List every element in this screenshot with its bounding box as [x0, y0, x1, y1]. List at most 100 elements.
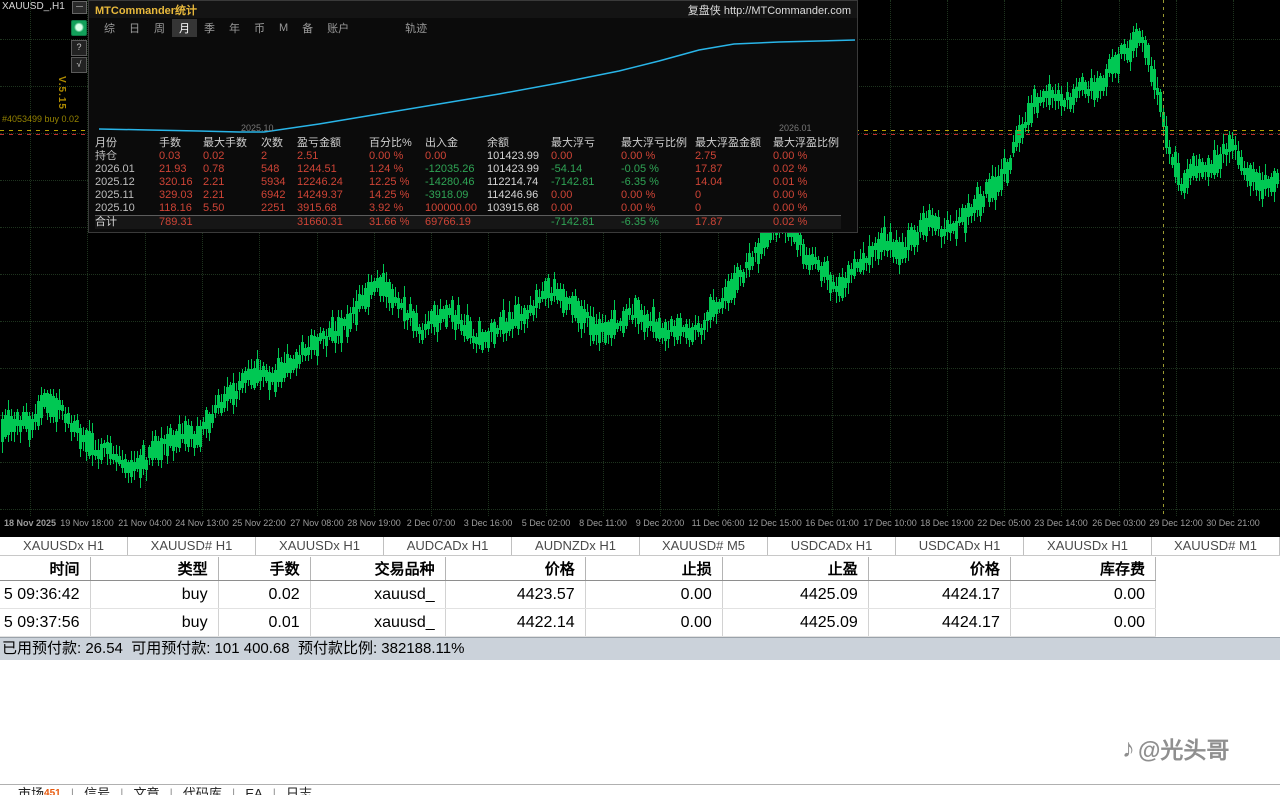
panel-menu-item[interactable]: 周 — [147, 19, 172, 37]
time-axis-label: 17 Dec 10:00 — [863, 518, 917, 528]
stats-cell: 14249.37 — [297, 189, 369, 202]
stats-cell: 0.02 % — [773, 216, 841, 230]
stats-header: 百分比% — [369, 137, 425, 150]
trade-cell: 5 09:37:56 — [0, 609, 90, 637]
stats-cell: 114246.96 — [487, 189, 551, 202]
time-axis-label: 28 Nov 19:00 — [347, 518, 401, 528]
chart-tab[interactable]: AUDNZDx H1 — [512, 537, 640, 555]
panel-menu-item[interactable]: 年 — [222, 19, 247, 37]
time-axis-label: 18 Nov 2025 — [4, 518, 56, 528]
chart-tab[interactable]: USDCADx H1 — [896, 537, 1024, 555]
panel-menu-item[interactable]: 综 — [97, 19, 122, 37]
equity-axis-label-1: 2025.10 — [241, 123, 274, 133]
panel-menu-item[interactable]: 备 — [295, 19, 320, 37]
panel-menu-item[interactable]: 轨迹 — [398, 19, 434, 37]
panel-menu-item[interactable]: 季 — [197, 19, 222, 37]
stats-cell: 17.87 — [695, 216, 773, 230]
music-note-icon: ♪ — [1122, 733, 1135, 764]
stats-row: 2025.10118.165.5022513915.683.92 %100000… — [95, 202, 841, 216]
bottom-tab[interactable]: 日志 — [276, 785, 322, 795]
trade-header: 止损 — [585, 557, 722, 581]
bottom-tab[interactable]: 信号 — [74, 785, 120, 795]
panel-menu-item[interactable]: 日 — [122, 19, 147, 37]
stats-cell: 0.03 — [159, 150, 203, 163]
trade-row[interactable]: 5 09:36:42buy0.02xauusd_4423.570.004425.… — [0, 581, 1156, 609]
stats-cell: 0.00 — [425, 150, 487, 163]
panel-menu-item[interactable]: 账户 — [320, 19, 356, 37]
stats-cell: 0.00 % — [773, 202, 841, 216]
stats-cell — [261, 216, 297, 230]
chart-tab[interactable]: XAUUSD# M1 — [1152, 537, 1280, 555]
stats-cell: -14280.46 — [425, 176, 487, 189]
chart-tabs-bar: XAUUSDx H1XAUUSD# H1XAUUSDx H1AUDCADx H1… — [0, 537, 1280, 556]
trade-header: 类型 — [90, 557, 218, 581]
period-separator-line — [1163, 0, 1164, 516]
stats-table: 月份手数最大手数次数盈亏金额百分比%出入金余额最大浮亏最大浮亏比例最大浮盈金额最… — [95, 137, 841, 229]
stats-cell: 2.75 — [695, 150, 773, 163]
stats-cell: 0.00 — [551, 202, 621, 216]
order-label: #4053499 buy 0.02 — [2, 114, 79, 124]
trade-header: 价格 — [445, 557, 585, 581]
trade-row[interactable]: 5 09:37:56buy0.01xauusd_4422.140.004425.… — [0, 609, 1156, 637]
trade-cell: 0.02 — [218, 581, 310, 609]
chart-tab[interactable]: XAUUSDx H1 — [256, 537, 384, 555]
time-axis-label: 24 Nov 13:00 — [175, 518, 229, 528]
chart-tab[interactable]: XAUUSDx H1 — [0, 537, 128, 555]
chart-tab[interactable]: XAUUSD# H1 — [128, 537, 256, 555]
chart-tab[interactable]: USDCADx H1 — [768, 537, 896, 555]
bottom-tab[interactable]: 代码库 — [173, 785, 232, 795]
stats-cell: 2.21 — [203, 189, 261, 202]
stats-cell: 2251 — [261, 202, 297, 216]
ea-indicator-icon[interactable] — [71, 20, 87, 36]
stats-cell: 31.66 % — [369, 216, 425, 230]
trade-cell: 0.00 — [1010, 581, 1155, 609]
chart-tab[interactable]: XAUUSDx H1 — [1024, 537, 1152, 555]
stats-header: 手数 — [159, 137, 203, 150]
chart-tab[interactable]: XAUUSD# M5 — [640, 537, 768, 555]
trade-cell: 0.00 — [1010, 609, 1155, 637]
panel-minimize-button[interactable]: — — [72, 1, 87, 14]
stats-cell: 100000.00 — [425, 202, 487, 216]
confirm-button[interactable]: √ — [71, 57, 87, 73]
stats-cell — [203, 216, 261, 230]
trade-cell: 4423.57 — [445, 581, 585, 609]
stats-cell: 0.00 — [551, 189, 621, 202]
trade-header: 手数 — [218, 557, 310, 581]
chart-tab[interactable]: AUDCADx H1 — [384, 537, 512, 555]
panel-menu-item[interactable]: M — [272, 21, 295, 35]
help-button[interactable]: ? — [71, 40, 87, 56]
bottom-tab-market[interactable]: 市场451 — [8, 785, 71, 795]
trade-cell: 4424.17 — [868, 581, 1010, 609]
stats-cell — [487, 216, 551, 230]
stats-cell: 2025.11 — [95, 189, 159, 202]
bottom-tab[interactable]: EA — [235, 785, 272, 795]
time-axis-label: 16 Dec 01:00 — [805, 518, 859, 528]
mt4-window: 18 Nov 202519 Nov 18:0021 Nov 04:0024 No… — [0, 0, 1280, 795]
trade-cell: 4424.17 — [868, 609, 1010, 637]
stats-cell: 0.00 — [551, 150, 621, 163]
trade-header: 价格 — [868, 557, 1010, 581]
panel-title-bar: MTCommander统计 复盘侠 http://MTCommander.com — [89, 1, 857, 18]
chart-symbol-label: XAUUSD_,H1 — [2, 1, 65, 12]
bottom-tab[interactable]: 文章 — [124, 785, 170, 795]
stats-cell: 14.04 — [695, 176, 773, 189]
time-axis-label: 8 Dec 11:00 — [579, 518, 627, 528]
time-axis-label: 18 Dec 19:00 — [920, 518, 974, 528]
trade-body: 5 09:36:42buy0.02xauusd_4423.570.004425.… — [0, 581, 1156, 637]
trade-cell: xauusd_ — [310, 581, 445, 609]
stats-cell: 0 — [695, 189, 773, 202]
time-axis-label: 3 Dec 16:00 — [464, 518, 513, 528]
panel-menu-item[interactable]: 币 — [247, 19, 272, 37]
stats-cell: -12035.26 — [425, 163, 487, 176]
panel-menu-item[interactable]: 月 — [172, 19, 197, 37]
time-axis-label: 30 Dec 21:00 — [1206, 518, 1260, 528]
stats-cell: 21.93 — [159, 163, 203, 176]
stats-header: 最大浮亏 — [551, 137, 621, 150]
stats-header: 最大浮亏比例 — [621, 137, 695, 150]
stats-cell: 2025.10 — [95, 202, 159, 216]
stats-cell: -7142.81 — [551, 216, 621, 230]
stats-cell: 0.01 % — [773, 176, 841, 189]
time-axis-label: 27 Nov 08:00 — [290, 518, 344, 528]
time-axis-label: 19 Nov 18:00 — [60, 518, 114, 528]
panel-brand-link[interactable]: 复盘侠 http://MTCommander.com — [688, 2, 851, 18]
